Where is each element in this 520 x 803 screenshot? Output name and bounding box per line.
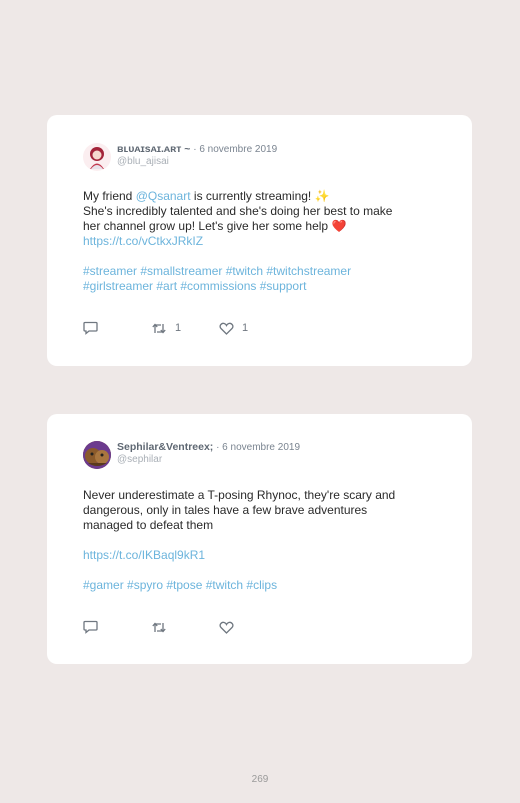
tweet-line: Never underestimate a T-posing Rhynoc, t…: [83, 488, 396, 502]
tweet-date[interactable]: · 6 novembre 2019: [193, 144, 277, 155]
like-button[interactable]: 1: [219, 322, 287, 335]
tweet-line: My friend @Qsanart is currently streamin…: [83, 189, 442, 204]
like-icon: [219, 621, 234, 634]
display-name[interactable]: ʙʟᴜᴀɪsᴀɪ.ᴀʀᴛ ~: [117, 143, 190, 155]
user-handle[interactable]: @sephilar: [117, 454, 300, 466]
tweet-header: ʙʟᴜᴀɪsᴀɪ.ᴀʀᴛ ~ · 6 novembre 2019 @blu_aj…: [83, 143, 277, 171]
page-number: 269: [251, 774, 269, 785]
retweet-icon: [152, 323, 166, 333]
tweet-line: dangerous, only in tales have a few brav…: [83, 503, 368, 517]
tweet-url-link[interactable]: https://t.co/IKBaql9kR1: [83, 548, 442, 563]
like-icon: [219, 322, 234, 335]
user-handle[interactable]: @blu_ajisai: [117, 156, 277, 168]
name-line: Sephilar&Ventreex; · 6 novembre 2019: [117, 441, 300, 454]
tweet-actions: 1 1: [83, 321, 287, 335]
avatar[interactable]: [83, 441, 111, 469]
reply-icon: [83, 321, 98, 335]
tweet-card[interactable]: Sephilar&Ventreex; · 6 novembre 2019 @se…: [47, 414, 472, 664]
reply-icon: [83, 620, 98, 634]
name-line: ʙʟᴜᴀɪsᴀɪ.ᴀʀᴛ ~ · 6 novembre 2019: [117, 143, 277, 156]
mention-link[interactable]: @Qsanart: [136, 189, 191, 203]
tweet-url-link[interactable]: https://t.co/vCtkxJRkIZ: [83, 234, 442, 249]
text-span: is currently streaming! ✨: [190, 189, 330, 203]
text-span: My friend: [83, 189, 136, 203]
tweet-date[interactable]: · 6 novembre 2019: [216, 442, 300, 453]
retweet-button[interactable]: [151, 621, 219, 634]
like-count: 1: [242, 322, 249, 334]
tweet-text: My friend @Qsanart is currently streamin…: [83, 189, 442, 294]
tweet-text: Never underestimate a T-posing Rhynoc, t…: [83, 488, 442, 593]
tweet-line: managed to defeat them: [83, 518, 214, 532]
tweet-line: She's incredibly talented and she's doin…: [83, 204, 393, 218]
tweet-header: Sephilar&Ventreex; · 6 novembre 2019 @se…: [83, 441, 300, 469]
like-button[interactable]: [219, 621, 287, 634]
reply-button[interactable]: [83, 321, 151, 335]
retweet-count: 1: [175, 322, 182, 334]
hashtags-line[interactable]: #girlstreamer #art #commissions #support: [83, 279, 442, 294]
hashtags-line[interactable]: #streamer #smallstreamer #twitch #twitch…: [83, 264, 442, 279]
hashtags-line[interactable]: #gamer #spyro #tpose #twitch #clips: [83, 578, 442, 593]
display-name[interactable]: Sephilar&Ventreex;: [117, 441, 213, 453]
reply-button[interactable]: [83, 620, 151, 634]
retweet-icon: [152, 622, 166, 632]
tweet-line: her channel grow up! Let's give her some…: [83, 219, 347, 233]
avatar[interactable]: [83, 143, 111, 171]
tweet-actions: [83, 620, 287, 634]
retweet-button[interactable]: 1: [151, 322, 219, 335]
tweet-card[interactable]: ʙʟᴜᴀɪsᴀɪ.ᴀʀᴛ ~ · 6 novembre 2019 @blu_aj…: [47, 115, 472, 366]
